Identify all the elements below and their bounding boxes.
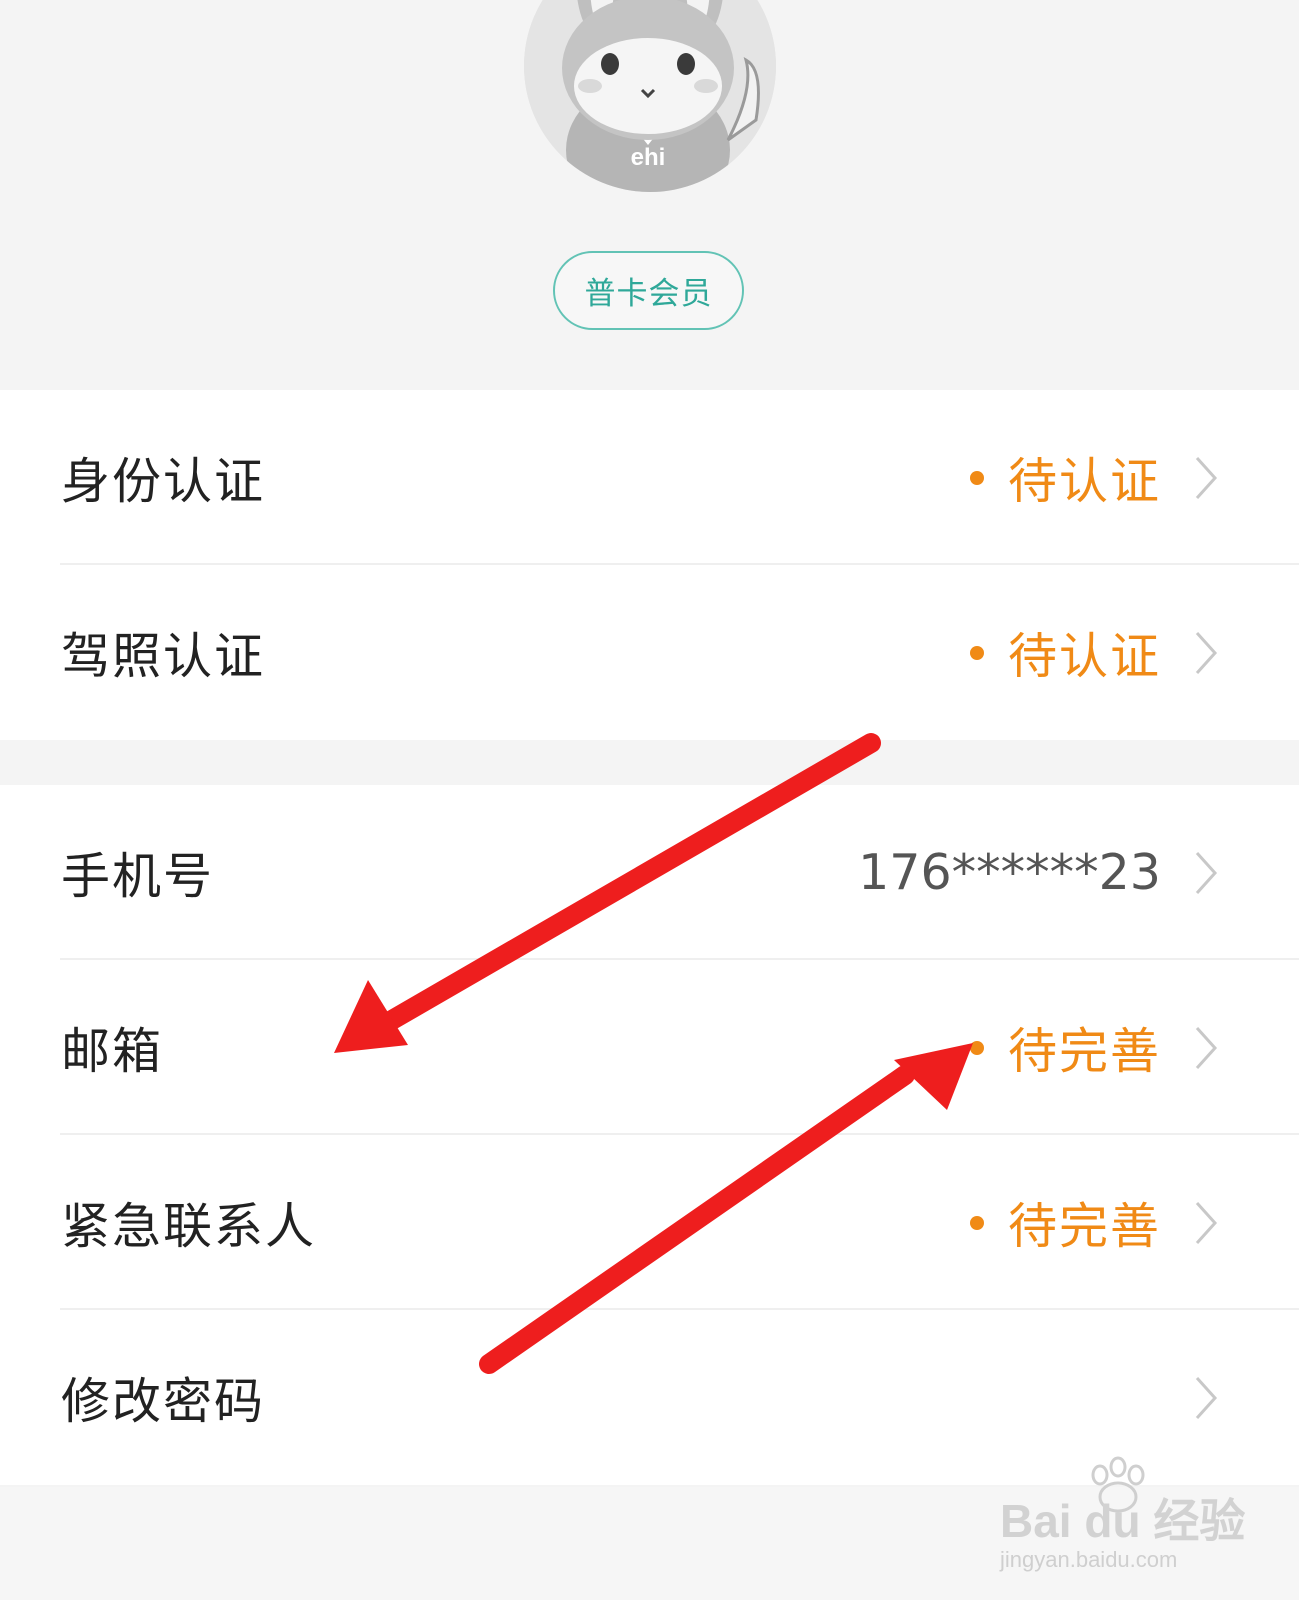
phone-row[interactable]: 手机号 176******23 — [0, 785, 1299, 960]
row-label: 身份认证 — [61, 453, 266, 510]
status-text: 待完善 — [1007, 1023, 1161, 1080]
status-text: 待认证 — [1007, 453, 1161, 510]
watermark-brand: Bai du 经验 — [1000, 1495, 1246, 1547]
status-dot-icon — [969, 1040, 984, 1055]
membership-badge[interactable]: 普卡会员 — [553, 251, 744, 330]
status-indicator: 待认证 — [969, 390, 1161, 565]
profile-header: ehi 普卡会员 — [0, 0, 1299, 390]
chevron-right-icon — [1195, 851, 1218, 894]
status-indicator: 待认证 — [969, 565, 1161, 740]
status-text: 待认证 — [1007, 628, 1161, 685]
status-text: 待完善 — [1007, 1198, 1161, 1255]
avatar[interactable]: ehi — [524, 0, 776, 192]
verification-section: 身份认证 待认证 驾照认证 待认证 — [0, 390, 1299, 740]
status-dot-icon — [969, 645, 984, 660]
status-dot-icon — [969, 470, 984, 485]
baidu-jingyan-watermark: Bai du 经验 jingyan.baidu.com — [990, 1455, 1250, 1585]
status-indicator: 待完善 — [969, 960, 1161, 1135]
chevron-right-icon — [1195, 631, 1218, 674]
row-label: 邮箱 — [61, 1023, 164, 1080]
email-row[interactable]: 邮箱 待完善 — [0, 960, 1299, 1135]
chevron-right-icon — [1195, 456, 1218, 499]
phone-value: 176******23 — [858, 844, 1161, 901]
status-dot-icon — [969, 1215, 984, 1230]
license-verification-row[interactable]: 驾照认证 待认证 — [0, 565, 1299, 740]
chevron-right-icon — [1195, 1201, 1218, 1244]
rabbit-avatar-icon: ehi — [524, 0, 776, 192]
account-section: 手机号 176******23 邮箱 待完善 紧急联系人 待完善 修改密码 — [0, 785, 1299, 1485]
chevron-right-icon — [1195, 1376, 1218, 1419]
emergency-contact-row[interactable]: 紧急联系人 待完善 — [0, 1135, 1299, 1310]
status-indicator: 待完善 — [969, 1135, 1161, 1310]
svg-text:ehi: ehi — [631, 144, 666, 171]
row-label: 紧急联系人 — [61, 1198, 317, 1255]
chevron-right-icon — [1195, 1026, 1218, 1069]
row-label: 驾照认证 — [61, 628, 266, 685]
row-label: 修改密码 — [61, 1373, 266, 1430]
identity-verification-row[interactable]: 身份认证 待认证 — [0, 390, 1299, 565]
row-label: 手机号 — [61, 848, 215, 905]
watermark-url: jingyan.baidu.com — [1000, 1547, 1178, 1572]
